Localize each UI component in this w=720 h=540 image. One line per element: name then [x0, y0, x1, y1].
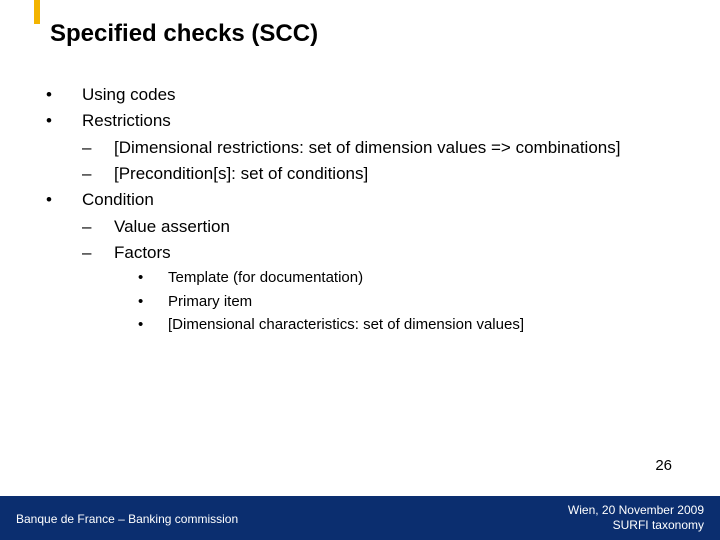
bullet-l1: • Restrictions [46, 108, 700, 134]
bullet-l3: • Primary item [46, 290, 700, 313]
accent-bar [34, 0, 40, 24]
bullet-dot-icon: • [46, 82, 82, 108]
bullet-l3: • [Dimensional characteristics: set of d… [46, 313, 700, 336]
bullet-l3: • Template (for documentation) [46, 266, 700, 289]
bullet-text: Condition [82, 187, 700, 213]
bullet-l2: – Factors [46, 240, 700, 266]
bullet-dash-icon: – [82, 135, 114, 161]
bullet-dot-icon: • [46, 108, 82, 134]
footer-left: Banque de France – Banking commission [16, 512, 238, 526]
slide-title: Specified checks (SCC) [50, 20, 318, 48]
bullet-text: Using codes [82, 82, 700, 108]
bullet-dash-icon: – [82, 161, 114, 187]
bullet-l2: – [Dimensional restrictions: set of dime… [46, 135, 700, 161]
footer-right: Wien, 20 November 2009 SURFI taxonomy [568, 503, 704, 534]
bullet-l2: – Value assertion [46, 214, 700, 240]
bullet-text: Factors [114, 240, 700, 266]
footer-right-line: Wien, 20 November 2009 [568, 503, 704, 519]
bullet-text: Value assertion [114, 214, 700, 240]
bullet-text: Primary item [168, 290, 700, 313]
bullet-dot-icon: • [46, 187, 82, 213]
bullet-dot-icon: • [138, 290, 168, 313]
bullet-dash-icon: – [82, 240, 114, 266]
bullet-dot-icon: • [138, 313, 168, 336]
bullet-text: Restrictions [82, 108, 700, 134]
page-number: 26 [655, 457, 672, 474]
bullet-text: Template (for documentation) [168, 266, 700, 289]
bullet-dot-icon: • [138, 266, 168, 289]
bullet-dash-icon: – [82, 214, 114, 240]
bullet-l1: • Condition [46, 187, 700, 213]
bullet-text: [Dimensional characteristics: set of dim… [168, 313, 700, 336]
bullet-text: [Precondition[s]: set of conditions] [114, 161, 700, 187]
slide-body: • Using codes • Restrictions – [Dimensio… [46, 82, 700, 336]
footer-right-line: SURFI taxonomy [568, 518, 704, 534]
bullet-text: [Dimensional restrictions: set of dimens… [114, 135, 700, 161]
bullet-l1: • Using codes [46, 82, 700, 108]
bullet-l2: – [Precondition[s]: set of conditions] [46, 161, 700, 187]
